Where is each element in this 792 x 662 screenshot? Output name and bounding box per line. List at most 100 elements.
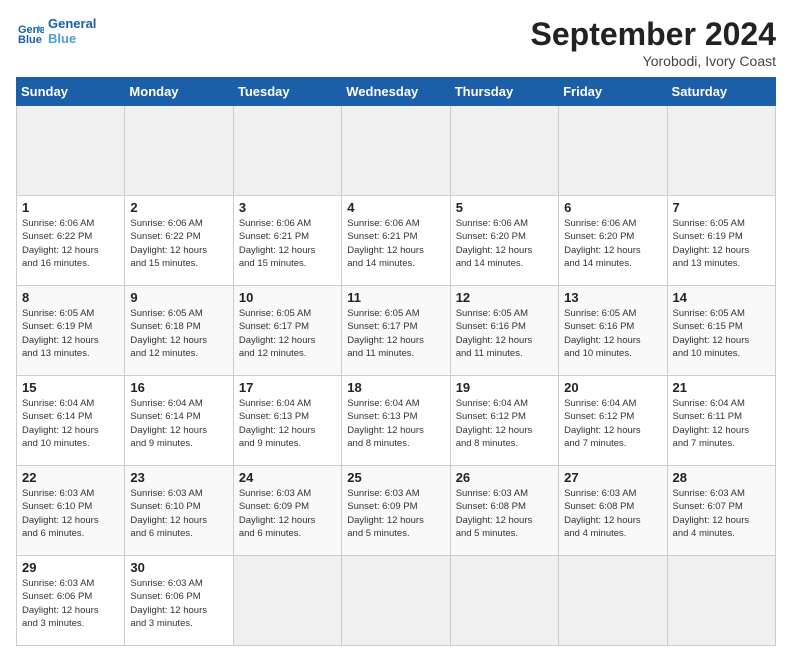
calendar-day-cell: 22 Sunrise: 6:03 AM Sunset: 6:10 PM Dayli…: [17, 466, 125, 556]
day-number: 1: [22, 200, 119, 215]
calendar-day-cell: [450, 106, 558, 196]
day-info: Sunrise: 6:03 AM Sunset: 6:07 PM Dayligh…: [673, 487, 770, 540]
day-info: Sunrise: 6:06 AM Sunset: 6:22 PM Dayligh…: [22, 217, 119, 270]
day-info: Sunrise: 6:06 AM Sunset: 6:21 PM Dayligh…: [347, 217, 444, 270]
calendar-week-row: 15 Sunrise: 6:04 AM Sunset: 6:14 PM Dayli…: [17, 376, 776, 466]
day-number: 26: [456, 470, 553, 485]
calendar-day-cell: [667, 556, 775, 646]
day-info: Sunrise: 6:05 AM Sunset: 6:17 PM Dayligh…: [347, 307, 444, 360]
svg-text:Blue: Blue: [18, 34, 42, 45]
day-number: 15: [22, 380, 119, 395]
day-number: 23: [130, 470, 227, 485]
day-info: Sunrise: 6:04 AM Sunset: 6:11 PM Dayligh…: [673, 397, 770, 450]
calendar-day-cell: [559, 106, 667, 196]
day-number: 14: [673, 290, 770, 305]
day-number: 17: [239, 380, 336, 395]
day-info: Sunrise: 6:03 AM Sunset: 6:09 PM Dayligh…: [239, 487, 336, 540]
calendar-day-cell: 23Sunrise: 6:03 AM Sunset: 6:10 PM Dayli…: [125, 466, 233, 556]
day-number: 10: [239, 290, 336, 305]
calendar-day-cell: 13Sunrise: 6:05 AM Sunset: 6:16 PM Dayli…: [559, 286, 667, 376]
day-info: Sunrise: 6:04 AM Sunset: 6:12 PM Dayligh…: [564, 397, 661, 450]
calendar-week-row: [17, 106, 776, 196]
day-info: Sunrise: 6:03 AM Sunset: 6:09 PM Dayligh…: [347, 487, 444, 540]
day-info: Sunrise: 6:03 AM Sunset: 6:08 PM Dayligh…: [564, 487, 661, 540]
calendar-day-cell: [450, 556, 558, 646]
calendar-day-cell: 24Sunrise: 6:03 AM Sunset: 6:09 PM Dayli…: [233, 466, 341, 556]
calendar-day-cell: [233, 556, 341, 646]
day-number: 3: [239, 200, 336, 215]
day-info: Sunrise: 6:04 AM Sunset: 6:14 PM Dayligh…: [22, 397, 119, 450]
day-number: 12: [456, 290, 553, 305]
day-number: 5: [456, 200, 553, 215]
day-number: 9: [130, 290, 227, 305]
weekday-header: Monday: [125, 78, 233, 106]
day-info: Sunrise: 6:05 AM Sunset: 6:17 PM Dayligh…: [239, 307, 336, 360]
day-number: 7: [673, 200, 770, 215]
day-number: 27: [564, 470, 661, 485]
weekday-header: Saturday: [667, 78, 775, 106]
weekday-header: Sunday: [17, 78, 125, 106]
day-number: 29: [22, 560, 119, 575]
day-number: 22: [22, 470, 119, 485]
calendar-day-cell: [559, 556, 667, 646]
day-number: 18: [347, 380, 444, 395]
calendar-body: 1 Sunrise: 6:06 AM Sunset: 6:22 PM Daylig…: [17, 106, 776, 646]
calendar-day-cell: 27 Sunrise: 6:03 AM Sunset: 6:08 PM Dayli…: [559, 466, 667, 556]
calendar-day-cell: 10 Sunrise: 6:05 AM Sunset: 6:17 PM Dayli…: [233, 286, 341, 376]
calendar-day-cell: 30Sunrise: 6:03 AM Sunset: 6:06 PM Dayli…: [125, 556, 233, 646]
calendar-day-cell: 9 Sunrise: 6:05 AM Sunset: 6:18 PM Daylig…: [125, 286, 233, 376]
calendar-week-row: 22 Sunrise: 6:03 AM Sunset: 6:10 PM Dayli…: [17, 466, 776, 556]
day-info: Sunrise: 6:04 AM Sunset: 6:14 PM Dayligh…: [130, 397, 227, 450]
day-info: Sunrise: 6:05 AM Sunset: 6:19 PM Dayligh…: [22, 307, 119, 360]
calendar-week-row: 1 Sunrise: 6:06 AM Sunset: 6:22 PM Daylig…: [17, 196, 776, 286]
day-number: 11: [347, 290, 444, 305]
day-info: Sunrise: 6:05 AM Sunset: 6:16 PM Dayligh…: [456, 307, 553, 360]
day-info: Sunrise: 6:05 AM Sunset: 6:18 PM Dayligh…: [130, 307, 227, 360]
location-subtitle: Yorobodi, Ivory Coast: [531, 53, 776, 69]
calendar-day-cell: [125, 106, 233, 196]
day-info: Sunrise: 6:05 AM Sunset: 6:15 PM Dayligh…: [673, 307, 770, 360]
day-info: Sunrise: 6:03 AM Sunset: 6:08 PM Dayligh…: [456, 487, 553, 540]
calendar-day-cell: 8 Sunrise: 6:05 AM Sunset: 6:19 PM Daylig…: [17, 286, 125, 376]
day-info: Sunrise: 6:06 AM Sunset: 6:21 PM Dayligh…: [239, 217, 336, 270]
calendar-day-cell: [342, 556, 450, 646]
day-number: 21: [673, 380, 770, 395]
day-number: 4: [347, 200, 444, 215]
day-info: Sunrise: 6:03 AM Sunset: 6:10 PM Dayligh…: [22, 487, 119, 540]
page-header: General Blue General Blue September 2024…: [16, 16, 776, 69]
title-section: September 2024 Yorobodi, Ivory Coast: [531, 16, 776, 69]
day-info: Sunrise: 6:06 AM Sunset: 6:20 PM Dayligh…: [564, 217, 661, 270]
calendar-week-row: 29 Sunrise: 6:03 AM Sunset: 6:06 PM Dayli…: [17, 556, 776, 646]
weekday-header: Wednesday: [342, 78, 450, 106]
logo-icon: General Blue: [16, 17, 44, 45]
day-info: Sunrise: 6:04 AM Sunset: 6:12 PM Dayligh…: [456, 397, 553, 450]
day-number: 16: [130, 380, 227, 395]
calendar-day-cell: 20 Sunrise: 6:04 AM Sunset: 6:12 PM Dayli…: [559, 376, 667, 466]
calendar-day-cell: [17, 106, 125, 196]
day-number: 28: [673, 470, 770, 485]
calendar-day-cell: 15 Sunrise: 6:04 AM Sunset: 6:14 PM Dayli…: [17, 376, 125, 466]
logo: General Blue General Blue: [16, 16, 96, 46]
calendar-day-cell: [233, 106, 341, 196]
month-title: September 2024: [531, 16, 776, 53]
day-number: 8: [22, 290, 119, 305]
calendar-day-cell: 18 Sunrise: 6:04 AM Sunset: 6:13 PM Dayli…: [342, 376, 450, 466]
day-number: 2: [130, 200, 227, 215]
calendar-day-cell: 5 Sunrise: 6:06 AM Sunset: 6:20 PM Daylig…: [450, 196, 558, 286]
calendar-day-cell: 4 Sunrise: 6:06 AM Sunset: 6:21 PM Daylig…: [342, 196, 450, 286]
day-number: 20: [564, 380, 661, 395]
day-number: 6: [564, 200, 661, 215]
calendar-day-cell: 21 Sunrise: 6:04 AM Sunset: 6:11 PM Dayli…: [667, 376, 775, 466]
day-info: Sunrise: 6:05 AM Sunset: 6:19 PM Dayligh…: [673, 217, 770, 270]
day-info: Sunrise: 6:06 AM Sunset: 6:20 PM Dayligh…: [456, 217, 553, 270]
day-number: 25: [347, 470, 444, 485]
calendar-day-cell: 3 Sunrise: 6:06 AM Sunset: 6:21 PM Daylig…: [233, 196, 341, 286]
day-info: Sunrise: 6:04 AM Sunset: 6:13 PM Dayligh…: [347, 397, 444, 450]
calendar-day-cell: [667, 106, 775, 196]
day-info: Sunrise: 6:06 AM Sunset: 6:22 PM Dayligh…: [130, 217, 227, 270]
calendar-day-cell: 11 Sunrise: 6:05 AM Sunset: 6:17 PM Dayli…: [342, 286, 450, 376]
calendar-day-cell: 1 Sunrise: 6:06 AM Sunset: 6:22 PM Daylig…: [17, 196, 125, 286]
weekday-header: Friday: [559, 78, 667, 106]
calendar-day-cell: 19Sunrise: 6:04 AM Sunset: 6:12 PM Dayli…: [450, 376, 558, 466]
day-info: Sunrise: 6:03 AM Sunset: 6:06 PM Dayligh…: [22, 577, 119, 630]
